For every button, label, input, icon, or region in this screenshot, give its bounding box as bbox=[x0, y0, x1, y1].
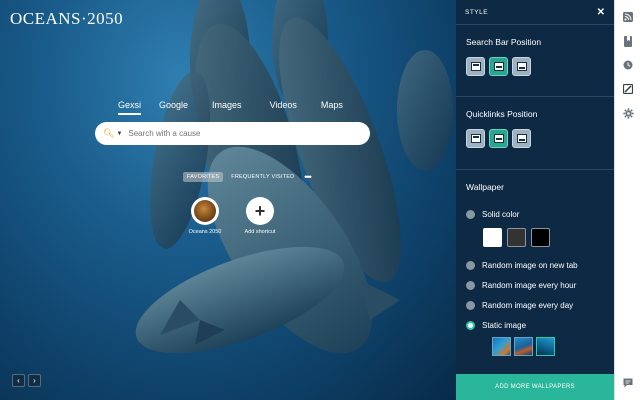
gear-icon[interactable] bbox=[615, 103, 640, 123]
search-input[interactable] bbox=[128, 129, 349, 138]
oceans-2050-logo[interactable]: OCEANS·2050 bbox=[10, 9, 123, 29]
wallpaper-section: Wallpaper Solid color Random image on ne… bbox=[456, 170, 614, 356]
option-solid-color[interactable]: Solid color bbox=[466, 204, 604, 224]
search-engine-tabs: Gexsi Google Images Videos Maps bbox=[118, 99, 343, 115]
bookmark-icon[interactable] bbox=[615, 31, 640, 51]
search-bar-position-section: Search Bar Position bbox=[456, 25, 614, 97]
right-toolbar bbox=[614, 0, 640, 400]
quicklinks-position-options bbox=[466, 129, 604, 148]
tab-images[interactable]: Images bbox=[212, 99, 242, 115]
static-image-thumbnails bbox=[492, 337, 604, 356]
swatch-dark-gray[interactable] bbox=[507, 228, 526, 247]
radio-button[interactable] bbox=[466, 260, 475, 270]
search-icon: 🔍︎ bbox=[103, 128, 115, 138]
layout-bottom-icon bbox=[516, 134, 527, 143]
style-icon[interactable] bbox=[615, 79, 640, 99]
previous-wallpaper-button[interactable]: ‹ bbox=[12, 374, 25, 387]
radio-button[interactable] bbox=[466, 280, 475, 290]
tab-videos[interactable]: Videos bbox=[270, 99, 297, 115]
style-panel: STYLE ✕ Search Bar Position Quicklinks P… bbox=[456, 0, 614, 400]
position-top-button[interactable] bbox=[466, 57, 485, 76]
radio-button[interactable] bbox=[466, 209, 475, 219]
wallpaper-thumbnail[interactable] bbox=[514, 337, 533, 356]
add-shortcut-label: Add shortcut bbox=[244, 229, 276, 235]
radio-button-checked[interactable] bbox=[466, 320, 475, 330]
ql-position-top-button[interactable] bbox=[466, 129, 485, 148]
history-icon[interactable] bbox=[615, 55, 640, 75]
caret-down-icon: ▼ bbox=[116, 130, 123, 137]
next-wallpaper-button[interactable]: › bbox=[28, 374, 41, 387]
option-label: Random image on new tab bbox=[482, 260, 578, 270]
panel-title: STYLE bbox=[465, 8, 489, 16]
plus-icon: + bbox=[246, 197, 274, 225]
wallpaper-title: Wallpaper bbox=[466, 182, 504, 192]
wallpaper-thumbnail[interactable] bbox=[492, 337, 511, 356]
shortcut-oceans-2050[interactable]: Oceans 2050 bbox=[179, 197, 231, 235]
tab-google[interactable]: Google bbox=[159, 99, 188, 115]
quicklinks-position-title: Quicklinks Position bbox=[466, 109, 538, 119]
position-bottom-button[interactable] bbox=[512, 57, 531, 76]
layout-bottom-icon bbox=[516, 62, 527, 71]
quicklinks-tabs: FAVORITES FREQUENTLY VISITED ••• bbox=[183, 172, 312, 182]
add-shortcut-button[interactable]: + Add shortcut bbox=[234, 197, 286, 235]
shortcut-favicon bbox=[191, 197, 219, 225]
quicklinks-position-section: Quicklinks Position bbox=[456, 97, 614, 170]
option-random-new-tab[interactable]: Random image on new tab bbox=[466, 255, 604, 275]
rss-icon[interactable] bbox=[615, 7, 640, 27]
option-label: Random image every hour bbox=[482, 280, 577, 290]
option-random-every-hour[interactable]: Random image every hour bbox=[466, 275, 604, 295]
tab-favorites[interactable]: FAVORITES bbox=[183, 172, 224, 182]
swatch-black[interactable] bbox=[531, 228, 550, 247]
option-label: Static image bbox=[482, 320, 527, 330]
tab-gexsi[interactable]: Gexsi bbox=[118, 99, 142, 115]
search-bar: 🔍︎ ▼ bbox=[95, 122, 370, 145]
option-label: Random image every day bbox=[482, 300, 574, 310]
option-label: Solid color bbox=[482, 209, 520, 219]
search-bar-position-title: Search Bar Position bbox=[466, 37, 542, 47]
ql-position-middle-button[interactable] bbox=[489, 129, 508, 148]
option-random-every-day[interactable]: Random image every day bbox=[466, 295, 604, 315]
layout-top-icon bbox=[470, 134, 481, 143]
layout-middle-icon bbox=[493, 62, 504, 71]
panel-header: STYLE ✕ bbox=[456, 0, 614, 25]
feedback-icon[interactable] bbox=[615, 373, 640, 393]
more-options-icon[interactable]: ••• bbox=[304, 172, 312, 182]
tab-frequently-visited[interactable]: FREQUENTLY VISITED bbox=[227, 172, 298, 182]
position-middle-button[interactable] bbox=[489, 57, 508, 76]
tab-maps[interactable]: Maps bbox=[321, 99, 343, 115]
wallpaper-thumbnail-selected[interactable] bbox=[536, 337, 555, 356]
solid-color-swatches bbox=[483, 228, 604, 247]
add-more-wallpapers-button[interactable]: ADD MORE WALLPAPERS bbox=[456, 374, 614, 400]
close-icon[interactable]: ✕ bbox=[597, 7, 605, 18]
option-static-image[interactable]: Static image bbox=[466, 315, 604, 335]
layout-top-icon bbox=[470, 62, 481, 71]
layout-middle-icon bbox=[493, 134, 504, 143]
swatch-white[interactable] bbox=[483, 228, 502, 247]
ql-position-bottom-button[interactable] bbox=[512, 129, 531, 148]
search-bar-position-options bbox=[466, 57, 604, 76]
shortcut-label: Oceans 2050 bbox=[188, 229, 222, 235]
radio-button[interactable] bbox=[466, 300, 475, 310]
search-engine-selector[interactable]: 🔍︎ ▼ bbox=[103, 128, 122, 139]
